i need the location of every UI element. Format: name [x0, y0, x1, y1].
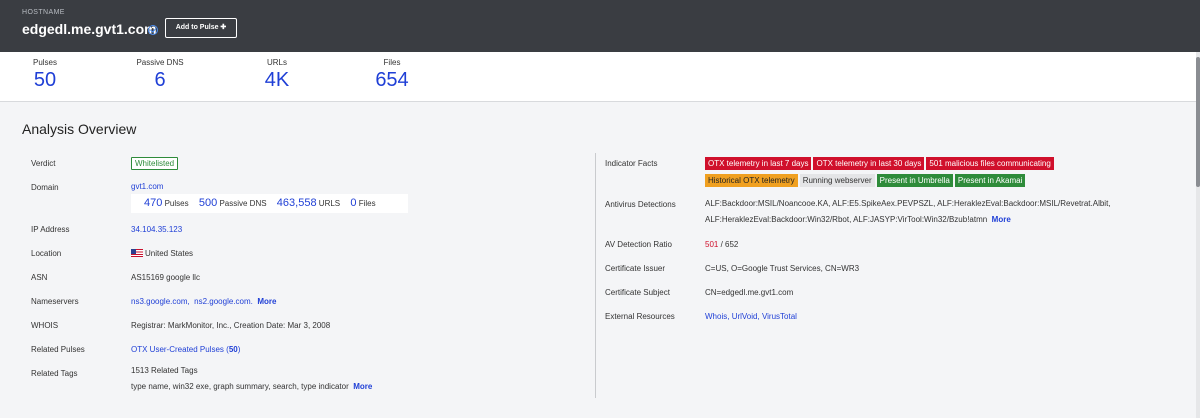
nameservers-more-link[interactable]: More — [257, 297, 276, 306]
column-divider — [595, 153, 596, 398]
av-ratio-label: AV Detection Ratio — [605, 240, 672, 249]
location-text: United States — [145, 249, 194, 258]
ip-label: IP Address — [31, 225, 70, 234]
related-tags-count: 1513 Related Tags — [131, 366, 198, 375]
indicator-facts-tags: OTX telemetry in last 7 days OTX telemetr… — [705, 157, 1125, 187]
whois-link[interactable]: Whois, — [705, 312, 729, 321]
add-to-pulse-button[interactable]: Add to Pulse ✚ — [165, 18, 237, 38]
section-title: Analysis Overview — [22, 121, 137, 137]
related-pulses-count: 50 — [228, 345, 238, 354]
count-unit: Pulses — [164, 199, 189, 208]
stats-bar: Pulses 50 Passive DNS 6 URLs 4K Files 65… — [0, 52, 1196, 102]
stat-label: Files — [383, 58, 401, 67]
antivirus-text: ALF:HeraklezEval:Backdoor:Win32/Rbot, AL… — [705, 215, 988, 224]
cert-issuer-value: C=US, O=Google Trust Services, CN=WR3 — [705, 264, 860, 273]
stat-value: 4K — [264, 69, 290, 91]
related-tags-text: type name, win32 exe, graph summary, sea… — [131, 382, 349, 391]
fact-tag: Present in Umbrella — [876, 174, 953, 187]
related-pulses-link[interactable]: OTX User-Created Pulses (50) — [131, 345, 240, 354]
nameserver-link[interactable]: ns3.google.com, — [131, 297, 190, 306]
av-detected: 501 — [705, 240, 719, 249]
related-tags-label: Related Tags — [31, 369, 78, 378]
ip-link[interactable]: 34.104.35.123 — [131, 225, 182, 234]
count-pulses[interactable]: 470 — [144, 197, 162, 209]
whois-value: Registrar: MarkMonitor, Inc., Creation D… — [131, 321, 331, 330]
verified-icon — [148, 25, 158, 35]
stat-label: Passive DNS — [136, 58, 184, 67]
cert-issuer-label: Certificate Issuer — [605, 264, 666, 273]
domain-label: Domain — [31, 183, 59, 192]
external-resources-label: External Resources — [605, 312, 675, 321]
stat-pulses[interactable]: Pulses 50 — [5, 58, 85, 92]
count-urls[interactable]: 463,558 — [277, 197, 317, 209]
scrollbar-thumb[interactable] — [1196, 57, 1200, 187]
cert-subject-label: Certificate Subject — [605, 288, 670, 297]
antivirus-more-link[interactable]: More — [992, 215, 1011, 224]
verdict-badge: Whitelisted — [131, 157, 179, 170]
verdict-label: Verdict — [31, 159, 56, 168]
nameservers-value: ns3.google.com, ns2.google.com. More — [131, 297, 276, 306]
fact-tag: OTX telemetry in last 7 days — [705, 157, 812, 170]
scrollbar[interactable] — [1196, 52, 1200, 418]
whois-label: WHOIS — [31, 321, 59, 330]
verdict-value: Whitelisted — [131, 157, 179, 170]
analysis-overview: Analysis Overview Verdict Whitelisted Do… — [0, 103, 1196, 418]
nameserver-link[interactable]: ns2.google.com. — [194, 297, 253, 306]
fact-tag: Present in Akamai — [954, 174, 1026, 187]
count-passive-dns[interactable]: 500 — [199, 197, 217, 209]
location-value: United States — [131, 249, 193, 258]
stat-passive-dns[interactable]: Passive DNS 6 — [120, 58, 200, 92]
related-tags-list: type name, win32 exe, graph summary, sea… — [131, 382, 372, 391]
stat-urls[interactable]: URLs 4K — [237, 58, 317, 92]
fact-tag: Running webserver — [799, 174, 875, 187]
us-flag-icon — [131, 249, 143, 257]
related-pulses-close: ) — [237, 345, 241, 354]
indicator-facts-label: Indicator Facts — [605, 159, 658, 168]
stat-label: URLs — [266, 58, 287, 67]
av-ratio-value: 501 / 652 — [705, 240, 738, 249]
stat-files[interactable]: Files 654 — [352, 58, 432, 92]
domain-counts: 470 Pulses 500 Passive DNS 463,558 URLS … — [131, 194, 408, 213]
count-unit: Passive DNS — [219, 199, 267, 208]
fact-tag: 501 malicious files communicating — [926, 157, 1054, 170]
location-label: Location — [31, 249, 62, 258]
fact-tag: OTX telemetry in last 30 days — [813, 157, 925, 170]
av-total: / 652 — [718, 240, 739, 249]
related-pulses-label: Related Pulses — [31, 345, 85, 354]
domain-link[interactable]: gvt1.com — [131, 182, 163, 191]
count-files[interactable]: 0 — [350, 197, 356, 209]
stat-value: 6 — [154, 69, 166, 91]
urlvoid-link[interactable]: UrlVoid, — [732, 312, 760, 321]
antivirus-line1: ALF:Backdoor:MSIL/Noancooe.KA, ALF:E5.Sp… — [705, 199, 1111, 208]
count-unit: URLS — [318, 199, 341, 208]
fact-tag: Historical OTX telemetry — [705, 174, 798, 187]
stat-value: 50 — [33, 69, 57, 91]
page-header: HOSTNAME edgedl.me.gvt1.com Add to Pulse… — [0, 0, 1200, 52]
hostname-title: edgedl.me.gvt1.com — [22, 21, 157, 37]
asn-label: ASN — [31, 273, 48, 282]
stat-label: Pulses — [32, 58, 57, 67]
related-tags-more-link[interactable]: More — [353, 382, 372, 391]
antivirus-label: Antivirus Detections — [605, 200, 676, 209]
cert-subject-value: CN=edgedl.me.gvt1.com — [705, 288, 794, 297]
virustotal-link[interactable]: VirusTotal — [762, 312, 797, 321]
antivirus-line2: ALF:HeraklezEval:Backdoor:Win32/Rbot, AL… — [705, 215, 1011, 224]
count-unit: Files — [358, 199, 376, 208]
nameservers-label: Nameservers — [31, 297, 79, 306]
related-pulses-text: OTX User-Created Pulses ( — [131, 345, 229, 354]
stat-value: 654 — [375, 69, 409, 91]
external-resources-links: Whois, UrlVoid, VirusTotal — [705, 312, 797, 321]
asn-value: AS15169 google llc — [131, 273, 200, 282]
hostname-label: HOSTNAME — [22, 9, 65, 16]
